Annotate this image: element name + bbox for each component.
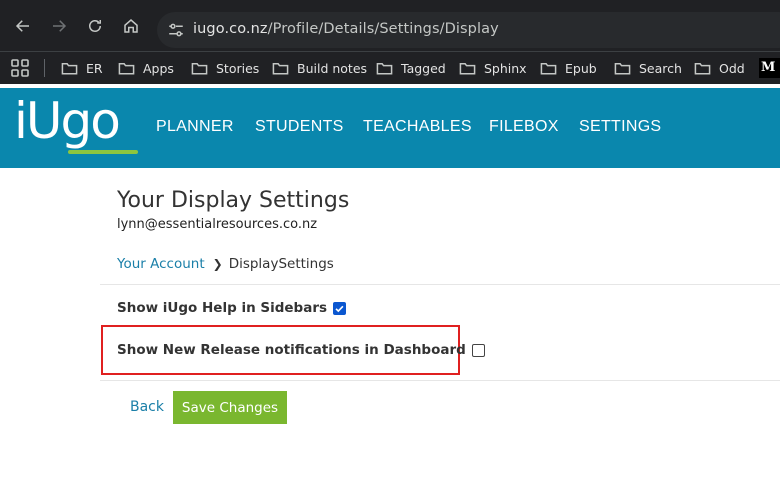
setting-label: Show iUgo Help in Sidebars (117, 300, 328, 316)
release-notifications-checkbox[interactable] (471, 343, 485, 357)
bookmark-build-notes[interactable]: Build notes (272, 59, 367, 77)
breadcrumb-your-account[interactable]: Your Account (117, 256, 205, 272)
folder-icon (61, 62, 78, 74)
folder-icon (191, 62, 208, 74)
folder-icon (694, 62, 711, 74)
bookmark-overflow-favicon[interactable]: M (759, 58, 780, 78)
bookmark-label: Tagged (401, 60, 446, 76)
bookmark-label: Sphinx (484, 60, 527, 76)
bookmark-label: ER (86, 60, 103, 76)
logo-wordmark: iUgo (14, 92, 121, 150)
nav-planner[interactable]: PLANNER (156, 118, 234, 136)
breadcrumb-current: DisplaySettings (228, 256, 334, 272)
divider (100, 284, 780, 285)
bookmark-er[interactable]: ER (61, 59, 103, 77)
bookmark-label: Odd (719, 60, 745, 76)
chevron-right-icon: ❯ (212, 257, 223, 271)
bookmarks-separator (44, 59, 45, 77)
divider (100, 380, 780, 381)
setting-label: Show New Release notifications in Dashbo… (117, 342, 466, 358)
folder-icon (614, 62, 631, 74)
nav-students[interactable]: STUDENTS (255, 118, 344, 136)
nav-teachables[interactable]: TEACHABLES (363, 118, 472, 136)
apps-grid-icon[interactable] (11, 59, 29, 77)
setting-help-sidebars: Show iUgo Help in Sidebars (117, 300, 347, 316)
site-settings-icon[interactable] (167, 21, 185, 39)
back-arrow-icon[interactable] (11, 14, 35, 38)
bookmark-odd[interactable]: Odd (694, 59, 745, 77)
nav-filebox[interactable]: FILEBOX (489, 118, 559, 136)
home-icon[interactable] (119, 14, 143, 38)
browser-toolbar: iugo.co.nz/Profile/Details/Settings/Disp… (0, 0, 780, 52)
save-changes-button[interactable]: Save Changes (173, 391, 287, 424)
bookmark-label: Search (639, 60, 682, 76)
bookmark-apps[interactable]: Apps (118, 59, 174, 77)
bookmark-label: Stories (216, 60, 260, 76)
bookmark-epub[interactable]: Epub (540, 59, 597, 77)
nav-settings[interactable]: SETTINGS (579, 118, 661, 136)
address-bar[interactable]: iugo.co.nz/Profile/Details/Settings/Disp… (157, 12, 780, 48)
folder-icon (118, 62, 135, 74)
breadcrumb: Your Account ❯ DisplaySettings (117, 256, 334, 272)
logo-underline (68, 150, 138, 154)
help-sidebars-checkbox[interactable] (333, 301, 347, 315)
bookmark-label: Build notes (297, 60, 368, 76)
folder-icon (540, 62, 557, 74)
forward-arrow-icon[interactable] (47, 14, 71, 38)
iugo-logo[interactable]: iUgo (14, 92, 138, 158)
back-link[interactable]: Back (130, 399, 164, 415)
folder-icon (459, 62, 476, 74)
bookmark-label: Apps (143, 60, 174, 76)
setting-release-notifications: Show New Release notifications in Dashbo… (117, 342, 485, 358)
bookmark-search[interactable]: Search (614, 59, 682, 77)
user-email: lynn@essentialresources.co.nz (117, 217, 318, 232)
bookmark-sphinx[interactable]: Sphinx (459, 59, 527, 77)
reload-icon[interactable] (83, 14, 107, 38)
bookmarks-bar: ER Apps Stories Build notes Tagged Sphinx Epub… (0, 52, 780, 84)
page-title: Your Display Settings (117, 188, 350, 213)
bookmark-label: Epub (565, 60, 597, 76)
bookmark-tagged[interactable]: Tagged (376, 59, 446, 77)
app-header: iUgo PLANNER STUDENTS TEACHABLES FILEBOX… (0, 88, 780, 168)
url-text: iugo.co.nz/Profile/Details/Settings/Disp… (193, 21, 499, 37)
bookmark-stories[interactable]: Stories (191, 59, 259, 77)
check-icon (335, 305, 344, 312)
folder-icon (376, 62, 393, 74)
folder-icon (272, 62, 289, 74)
